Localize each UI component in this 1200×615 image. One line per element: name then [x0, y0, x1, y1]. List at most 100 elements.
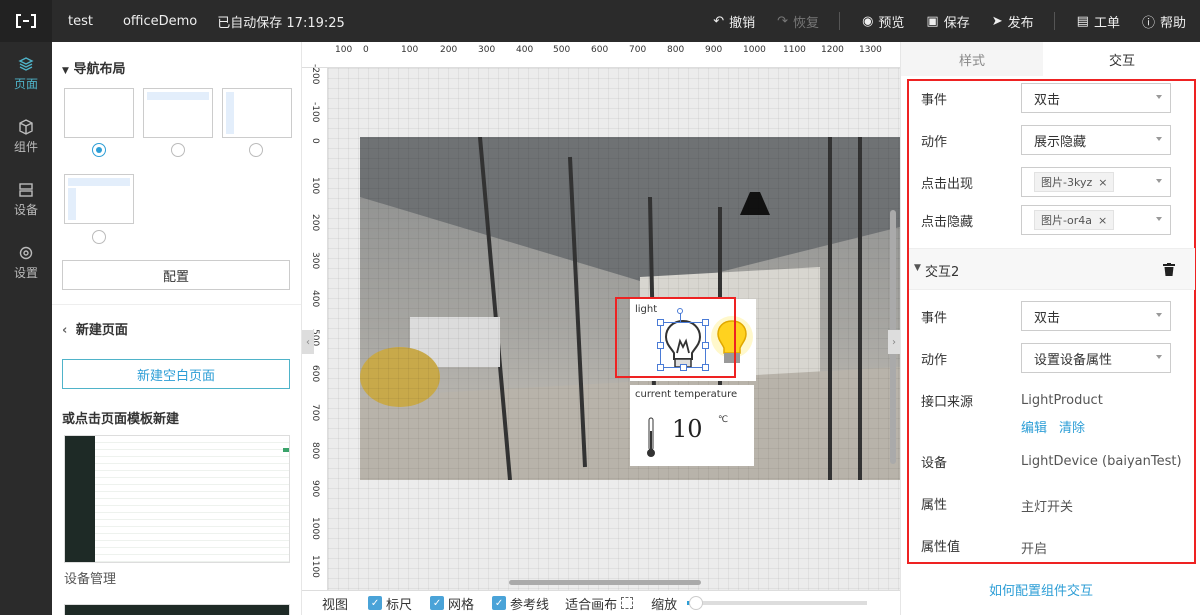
zoom-slider-handle[interactable] — [689, 596, 704, 610]
ruler-h-tick-label: 100 — [335, 45, 353, 55]
thermometer-icon — [647, 417, 655, 457]
help-button[interactable]: ⓘ 帮助 — [1142, 12, 1186, 31]
interaction1-hide-select[interactable]: 图片-or4a × — [1021, 205, 1171, 235]
guide-toggle[interactable]: ✓ 参考线 — [492, 594, 549, 613]
new-blank-page-button[interactable]: 新建空白页面 — [62, 359, 290, 389]
canvas-area[interactable]: 100 0 100 200 300 400 500 600 700 800 900 1000 1100 1… — [302, 42, 900, 590]
undo-icon: ↶ — [713, 13, 725, 29]
ruler-h-tick-label: 400 — [516, 45, 534, 55]
save-icon: ▣ — [926, 13, 939, 29]
canvas-horizontal-scrollbar[interactable] — [509, 580, 701, 585]
ruler-h-tick-label: 200 — [440, 45, 458, 55]
nav-item-components[interactable]: 组件 — [0, 105, 52, 168]
caret-down-icon — [1156, 217, 1162, 221]
cube-icon — [19, 118, 33, 135]
caret-down-icon — [1156, 313, 1162, 317]
canvas-bottom-bar: 视图 ✓ 标尺 ✓ 网格 ✓ 参考线 适合画布 缩放 — [302, 590, 900, 615]
config-button[interactable]: 配置 — [62, 260, 290, 290]
device-value: LightDevice (baiyanTest) — [1021, 454, 1182, 469]
ruler-vertical: -200 -100 0 100 200 300 400 500 600 700 800 900 1000… — [302, 64, 328, 590]
interaction2-title: 交互2 — [925, 265, 960, 280]
close-icon[interactable]: × — [1098, 214, 1107, 227]
trash-icon[interactable] — [1163, 263, 1175, 276]
ruler-v-tick-label: 100 — [310, 177, 320, 195]
template-thumbnail-2[interactable] — [64, 604, 290, 615]
layout-option-none[interactable] — [64, 88, 134, 138]
collapse-right-panel-handle[interactable]: › — [888, 330, 900, 354]
layout-radio-left[interactable] — [249, 143, 263, 157]
ruler-h-tick-label: 1200 — [821, 45, 844, 55]
help-config-interaction-link[interactable]: 如何配置组件交互 — [989, 580, 1093, 599]
publish-button[interactable]: ➤ 发布 — [992, 12, 1034, 31]
interaction2-header[interactable]: ▼ 交互2 — [909, 248, 1195, 290]
page-name[interactable]: officeDemo — [123, 14, 197, 29]
template-title: 或点击页面模板新建 — [62, 412, 180, 427]
clear-source-link[interactable]: 清除 — [1059, 417, 1085, 436]
layout-option-top[interactable] — [143, 88, 213, 138]
device-icon — [19, 182, 33, 197]
logo-icon[interactable] — [0, 0, 52, 42]
preview-button[interactable]: ◉ 预览 — [862, 12, 904, 31]
nav-item-devices[interactable]: 设备 — [0, 168, 52, 231]
ruler-h-tick-label: 500 — [553, 45, 571, 55]
ruler-v-tick-label: -100 — [310, 102, 320, 123]
property-value: 主灯开关 — [1021, 500, 1074, 515]
ruler-h-tick-label: 700 — [629, 45, 647, 55]
ruler-v-tick-label: 1000 — [310, 517, 320, 540]
new-page-title[interactable]: ‹ 新建页面 — [62, 319, 128, 338]
nav-layout-title[interactable]: ▼ 导航布局 — [62, 58, 125, 77]
highlight-box-light — [615, 297, 736, 378]
ruler-v-tick-label: 200 — [310, 214, 320, 232]
ticket-button[interactable]: ▤ 工单 — [1077, 12, 1120, 31]
ruler-v-tick-label: 1100 — [310, 555, 320, 578]
ruler-toggle[interactable]: ✓ 标尺 — [368, 594, 412, 613]
save-button[interactable]: ▣ 保存 — [926, 12, 969, 31]
nav-item-settings[interactable]: 设置 — [0, 231, 52, 294]
redo-button[interactable]: ↷ 恢复 — [777, 12, 819, 31]
project-name[interactable]: test — [68, 14, 93, 29]
interaction1-show-select[interactable]: 图片-3kyz × — [1021, 167, 1171, 197]
ruler-h-tick-label: 1300 — [859, 45, 882, 55]
target-tag: 图片-or4a × — [1034, 210, 1115, 230]
fit-screen-icon — [621, 597, 634, 609]
layout-option-left[interactable] — [222, 88, 292, 138]
view-label: 视图 — [322, 597, 349, 613]
layers-icon — [18, 56, 34, 71]
autosave-status: 已自动保存 17:19:25 — [217, 15, 345, 31]
interaction1-action-select[interactable]: 展示隐藏 — [1021, 125, 1171, 155]
template-thumbnail-device-management[interactable] — [64, 435, 290, 563]
tab-interaction[interactable]: 交互 — [1043, 42, 1200, 76]
send-icon: ➤ — [991, 13, 1003, 29]
left-nav: 页面 组件 设备 设置 — [0, 42, 52, 615]
ruler-h-tick-label: 1000 — [743, 45, 766, 55]
toolbar-divider — [839, 12, 841, 30]
toolbar-divider — [1053, 12, 1055, 30]
nav-item-pages[interactable]: 页面 — [0, 42, 52, 105]
temperature-value: 10 — [672, 415, 703, 443]
temperature-card[interactable]: current temperature 10 ℃ — [630, 385, 754, 466]
temperature-unit: ℃ — [718, 415, 729, 425]
close-icon[interactable]: × — [1098, 176, 1107, 189]
interaction1-event-select[interactable]: 双击 — [1021, 83, 1171, 113]
fit-canvas-button[interactable]: 适合画布 — [565, 594, 634, 613]
interaction2-event-select[interactable]: 双击 — [1021, 301, 1171, 331]
property-value-value: 开启 — [1021, 542, 1048, 557]
caret-down-icon: ▼ — [62, 66, 69, 76]
ruler-v-tick-label: 900 — [310, 480, 320, 498]
interaction2-action-select[interactable]: 设置设备属性 — [1021, 343, 1171, 373]
layout-radio-top[interactable] — [171, 143, 185, 157]
undo-button[interactable]: ↶ 撤销 — [713, 12, 755, 31]
zoom-slider[interactable] — [687, 596, 868, 610]
tab-style[interactable]: 样式 — [901, 42, 1043, 76]
grid-toggle[interactable]: ✓ 网格 — [430, 594, 474, 613]
edit-source-link[interactable]: 编辑 — [1021, 417, 1047, 436]
ruler-h-tick-label: 1100 — [783, 45, 806, 55]
caret-down-icon: ▼ — [914, 263, 921, 273]
ruler-v-tick-label: 0 — [310, 138, 320, 144]
ruler-v-tick-label: 600 — [310, 365, 320, 383]
ruler-v-tick-label: 400 — [310, 290, 320, 308]
layout-option-top-left[interactable] — [64, 174, 134, 224]
collapse-left-panel-handle[interactable]: ‹ — [302, 330, 314, 354]
layout-radio-top-left[interactable] — [92, 230, 106, 244]
layout-radio-none[interactable] — [92, 143, 106, 157]
